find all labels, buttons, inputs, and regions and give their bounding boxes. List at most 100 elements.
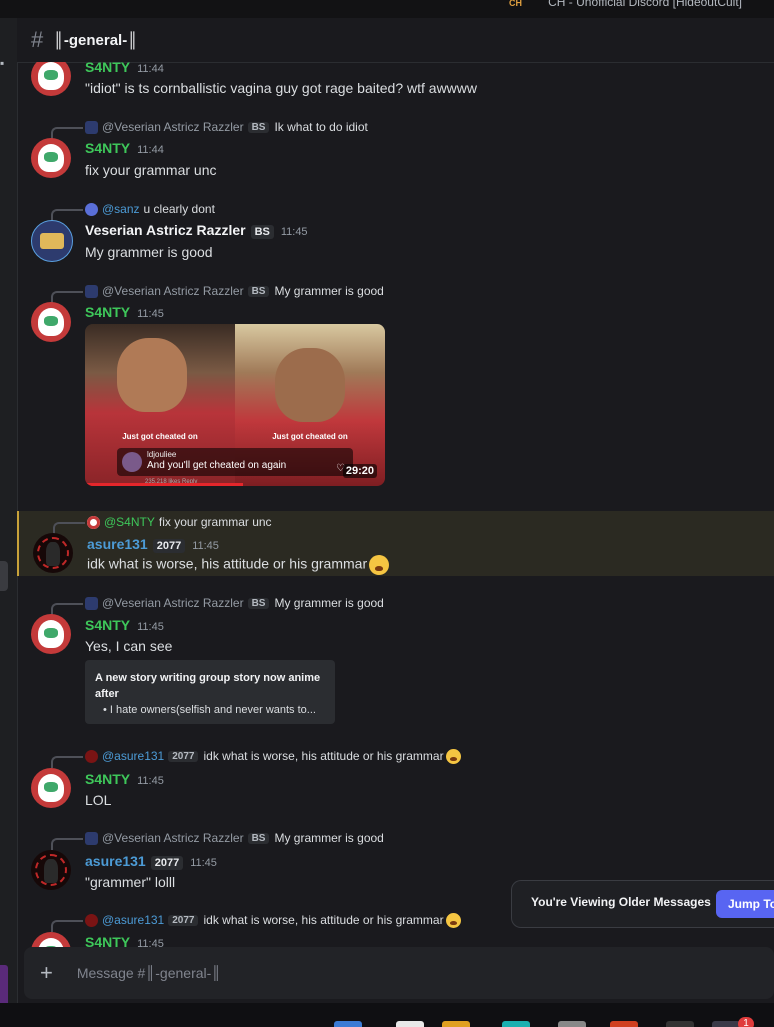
reply-text: My grammer is good: [274, 596, 384, 610]
author-name[interactable]: S4NTY: [85, 771, 130, 787]
reply-author-tag: 2077: [168, 750, 199, 762]
avatar[interactable]: [31, 302, 71, 342]
message-header: S4NTY 11:45: [85, 934, 164, 947]
avatar[interactable]: [31, 768, 71, 808]
file-explorer-icon[interactable]: [396, 1021, 424, 1027]
discord-taskbar-icon[interactable]: [712, 1021, 740, 1027]
reply-author: @Veserian Astricz Razzler: [102, 120, 244, 134]
reply-author: @Veserian Astricz Razzler: [102, 831, 244, 845]
message-header: Veserian Astricz Razzler BS 11:45: [85, 222, 308, 239]
notification-badge: 1: [738, 1017, 754, 1027]
author-name[interactable]: asure131: [87, 536, 148, 552]
reply-text: u clearly dont: [143, 202, 215, 216]
message-embed[interactable]: A new story writing group story now anim…: [85, 660, 335, 724]
reply-avatar: [85, 749, 98, 763]
app-icon[interactable]: [610, 1021, 638, 1027]
reply-preview[interactable]: @Veserian Astricz Razzler BS My grammer …: [51, 594, 384, 615]
author-name[interactable]: S4NTY: [85, 304, 130, 320]
video-comment-overlay: ldjouliee And you'll get cheated on agai…: [117, 448, 353, 476]
message-text-content: idk what is worse, his attitude or his g…: [87, 555, 368, 572]
reply-text: My grammer is good: [274, 831, 384, 845]
message-text: LOL: [85, 792, 112, 808]
avatar[interactable]: [31, 220, 73, 262]
reply-author: @Veserian Astricz Razzler: [102, 284, 244, 298]
author-name[interactable]: S4NTY: [85, 617, 130, 633]
sidebar-selected-item[interactable]: [0, 561, 8, 591]
reply-preview[interactable]: @Veserian Astricz Razzler BS My grammer …: [51, 829, 384, 850]
reply-author-tag: BS: [247, 285, 270, 297]
reply-preview[interactable]: @asure131 2077 idk what is worse, his at…: [51, 911, 461, 932]
windows-start-icon[interactable]: [334, 1021, 362, 1027]
app-icon[interactable]: [558, 1021, 586, 1027]
embed-title: A new story writing group story now anim…: [95, 672, 321, 700]
app-icon[interactable]: [666, 1021, 694, 1027]
message-header: S4NTY 11:44: [85, 62, 164, 75]
video-duration: 29:20: [342, 464, 377, 478]
reply-author: @asure131: [102, 749, 165, 763]
avatar[interactable]: [31, 614, 71, 654]
app-logo: CH: [509, 0, 522, 8]
message: @Veserian Astricz Razzler BS My grammer …: [17, 592, 774, 732]
video-attachment[interactable]: Just got cheated on Just got cheated on …: [85, 324, 385, 486]
older-messages-text: You're Viewing Older Messages: [531, 895, 711, 909]
crying-emoji-icon: [369, 555, 390, 575]
reply-preview[interactable]: @Veserian Astricz Razzler BS Ik what to …: [51, 118, 368, 139]
server-sidebar: ▪: [0, 18, 18, 1015]
comment-user: ldjouliee: [147, 450, 177, 459]
author-name[interactable]: asure131: [85, 853, 146, 869]
reply-author: @Veserian Astricz Razzler: [102, 596, 244, 610]
folder-icon[interactable]: [442, 1021, 470, 1027]
browser-icon[interactable]: [502, 1021, 530, 1027]
author-name[interactable]: S4NTY: [85, 934, 130, 947]
reply-preview[interactable]: @asure131 2077 idk what is worse, his at…: [51, 747, 461, 768]
reply-author-tag: BS: [247, 597, 270, 609]
message: S4NTY 11:44 "idiot" is ts cornballistic …: [17, 62, 774, 106]
sidebar-marker-icon: ▪: [0, 56, 5, 70]
reply-avatar: [87, 515, 100, 529]
reply-preview[interactable]: @Veserian Astricz Razzler BS My grammer …: [51, 282, 384, 303]
channel-hash-icon: #: [31, 27, 44, 52]
reply-avatar: [85, 596, 98, 610]
message-text: fix your grammar unc: [85, 162, 217, 178]
message-text: "idiot" is ts cornballistic vagina guy g…: [85, 80, 478, 96]
reply-preview[interactable]: @S4NTY fix your grammar unc: [53, 513, 272, 534]
older-messages-banner: You're Viewing Older Messages Jump To: [511, 880, 774, 928]
add-attachment-icon[interactable]: +: [40, 960, 53, 986]
timestamp: 11:45: [137, 621, 164, 633]
reply-avatar: [85, 120, 98, 134]
message-highlighted: @S4NTY fix your grammar unc asure131 207…: [17, 511, 774, 576]
avatar[interactable]: [31, 62, 71, 96]
avatar[interactable]: [33, 533, 73, 573]
channel-name[interactable]: ║-general-║: [53, 32, 138, 49]
reply-avatar: [85, 913, 98, 927]
timestamp: 11:45: [137, 938, 164, 947]
avatar[interactable]: [31, 138, 71, 178]
timestamp: 11:45: [137, 308, 164, 320]
message-input[interactable]: [74, 964, 679, 982]
timestamp: 11:44: [137, 144, 164, 156]
avatar[interactable]: [31, 932, 71, 947]
os-taskbar: 1: [0, 1003, 774, 1027]
avatar[interactable]: [31, 850, 71, 890]
reply-preview[interactable]: @sanz u clearly dont: [51, 200, 215, 221]
message-header: S4NTY 11:45: [85, 771, 164, 787]
message: @sanz u clearly dont Veserian Astricz Ra…: [17, 198, 774, 270]
comment-avatar: [122, 452, 142, 472]
reply-avatar: [85, 284, 98, 298]
reply-avatar: [85, 831, 98, 845]
crying-emoji-icon: [445, 912, 461, 928]
message-header: asure131 2077 11:45: [87, 536, 219, 553]
embed-bullet: • I hate owners(selfish and never wants …: [103, 704, 316, 716]
author-tag: BS: [250, 225, 274, 239]
author-name[interactable]: S4NTY: [85, 62, 130, 75]
message: @Veserian Astricz Razzler BS Ik what to …: [17, 116, 774, 188]
window-title: CH - Unofficial Discord [HideoutCult]: [548, 0, 742, 9]
channel-header: # ║-general-║: [17, 18, 774, 63]
jump-to-present-button[interactable]: Jump To: [716, 890, 774, 918]
timestamp: 11:45: [190, 857, 217, 869]
author-name[interactable]: S4NTY: [85, 140, 130, 156]
author-name[interactable]: Veserian Astricz Razzler: [85, 222, 246, 238]
message-text: My grammer is good: [85, 244, 213, 260]
message-list[interactable]: S4NTY 11:44 "idiot" is ts cornballistic …: [17, 62, 774, 947]
message-header: asure131 2077 11:45: [85, 853, 217, 870]
